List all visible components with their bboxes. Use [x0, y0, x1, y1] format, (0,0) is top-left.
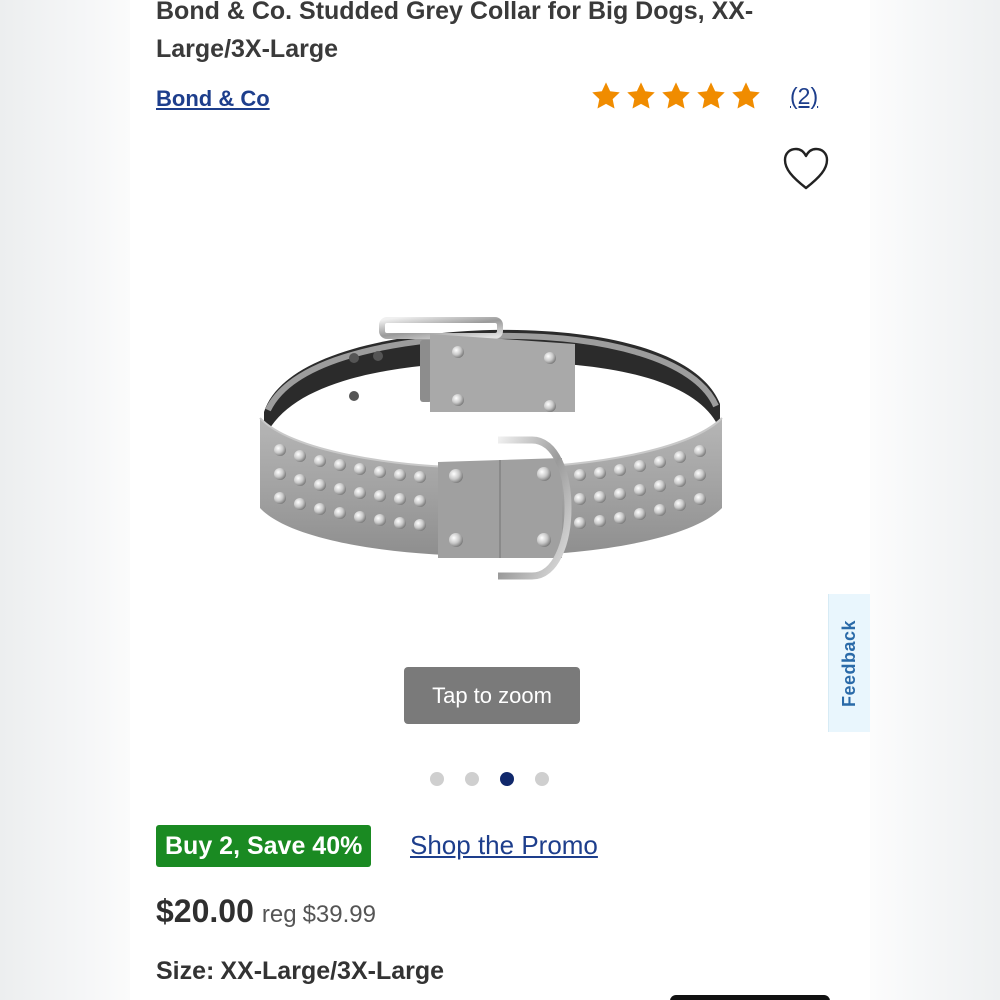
brand-link[interactable]: Bond & Co [156, 86, 270, 112]
price-row: $20.00 reg $39.99 [156, 893, 376, 930]
background-left [0, 0, 130, 1000]
star-icon [732, 82, 760, 109]
size-selection: Size: XX-Large/3X-Large [156, 957, 444, 986]
star-icon [697, 82, 725, 109]
size-value: XX-Large/3X-Large [220, 957, 445, 985]
sale-price: $20.00 [156, 893, 254, 929]
background-right [870, 0, 1000, 1000]
home-indicator [670, 995, 830, 1000]
heart-outline-icon[interactable] [782, 146, 830, 192]
shop-promo-link[interactable]: Shop the Promo [410, 830, 598, 861]
product-title: Bond & Co. Studded Grey Collar for Big D… [156, 0, 754, 63]
star-icon [662, 82, 690, 109]
review-count-link[interactable]: (2) [790, 83, 818, 110]
tap-to-zoom-button[interactable]: Tap to zoom [404, 667, 580, 724]
regular-price: $39.99 [302, 901, 376, 928]
regular-price-label: reg [261, 901, 297, 928]
product-image[interactable] [250, 300, 730, 600]
star-icon [627, 82, 655, 109]
carousel-dot[interactable] [535, 772, 549, 786]
rating-stars [590, 80, 762, 112]
size-label: Size: [156, 957, 215, 985]
feedback-label: Feedback [839, 619, 860, 707]
feedback-tab[interactable]: Feedback [828, 594, 870, 732]
star-icon [592, 82, 620, 109]
product-rating[interactable]: (2) [590, 80, 818, 112]
carousel-dot-active[interactable] [500, 772, 514, 786]
product-page: Bond & Co. Studded Grey Collar for Big D… [130, 0, 870, 1000]
carousel-dots [430, 772, 549, 786]
promo-badge: Buy 2, Save 40% [156, 825, 372, 867]
carousel-dot[interactable] [430, 772, 444, 786]
carousel-dot[interactable] [465, 772, 479, 786]
